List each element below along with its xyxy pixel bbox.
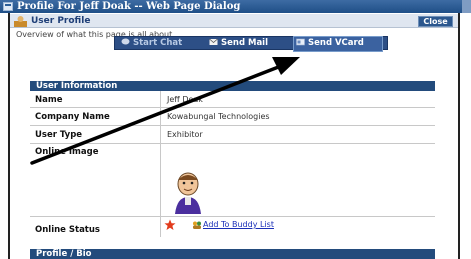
info-row-company: Company Name Kowabungal Technologies [30, 108, 435, 126]
column-divider [160, 91, 161, 237]
window-title: Profile For Jeff Doak -- Web Page Dialog [17, 1, 241, 12]
user-type-value: Exhibitor [167, 130, 203, 139]
company-value: Kowabungal Technologies [167, 112, 270, 121]
online-image-label: Online Image [35, 147, 99, 157]
window-titlebar: Profile For Jeff Doak -- Web Page Dialog [0, 0, 471, 13]
action-bar: Start Chat Send Mail Send VCard [114, 36, 388, 52]
user-profile-icon [14, 16, 27, 27]
info-row-name: Name Jeff Doak [30, 91, 435, 108]
chat-icon [121, 38, 130, 45]
user-type-label: User Type [35, 130, 83, 140]
company-label: Company Name [35, 112, 110, 122]
info-row-online-image: Online Image [30, 144, 435, 217]
start-chat-label: Start Chat [133, 38, 183, 48]
add-to-buddy-list-link[interactable]: Add To Buddy List [203, 220, 274, 229]
avatar-image [175, 172, 201, 214]
online-status-label: Online Status [35, 225, 100, 235]
page-title: User Profile [31, 16, 91, 26]
start-chat-button[interactable]: Start Chat [119, 37, 183, 49]
send-mail-label: Send Mail [221, 38, 269, 48]
vcard-icon [296, 38, 305, 46]
user-information-heading: User Information [30, 81, 435, 91]
close-button[interactable]: Close [418, 16, 453, 27]
buddy-icon [193, 221, 201, 229]
profile-bio-heading: Profile / Bio [30, 249, 435, 259]
mail-icon [209, 38, 218, 45]
status-star-icon [164, 219, 176, 230]
send-mail-button[interactable]: Send Mail [207, 37, 277, 49]
window-icon [3, 2, 13, 11]
titlebar-edge [462, 0, 471, 13]
name-value: Jeff Doak [167, 95, 203, 104]
send-vcard-label: Send VCard [308, 38, 364, 48]
info-row-user-type: User Type Exhibitor [30, 126, 435, 144]
name-label: Name [35, 95, 63, 105]
send-vcard-button[interactable]: Send VCard [293, 36, 383, 52]
